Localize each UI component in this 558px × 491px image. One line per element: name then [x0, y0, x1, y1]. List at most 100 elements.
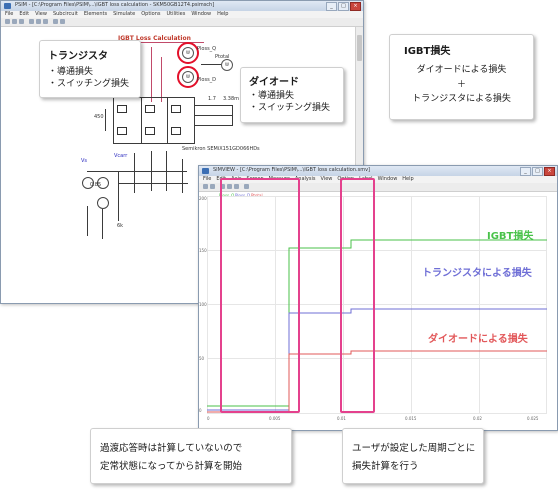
app-icon	[4, 3, 11, 9]
igbt-symbol	[145, 105, 155, 113]
maximize-button[interactable]: □	[532, 167, 543, 176]
wire	[151, 151, 152, 191]
schematic-menubar: File Edit View Subcircuit Elements Simul…	[1, 11, 363, 18]
wire	[141, 97, 142, 144]
module-label: Semikron SEMiX151GD066HDs	[182, 146, 260, 152]
note-periodic-line1: ユーザが設定した周期ごとに	[352, 443, 476, 454]
menu-simulate[interactable]: Simulate	[113, 11, 135, 18]
run-simulation-icon[interactable]	[53, 19, 58, 24]
wire	[167, 97, 168, 144]
source-label-vcarr: Vcarr	[114, 153, 128, 159]
cut-icon[interactable]	[29, 19, 34, 24]
x-tick-label: 0.005	[269, 416, 281, 421]
probe-label-ptotal: Ptotal	[215, 54, 230, 60]
inductor-value: 3.38m	[223, 96, 240, 102]
x-tick-label: 0	[207, 416, 210, 421]
save-icon[interactable]	[19, 19, 24, 24]
schematic-titlebar: PSIM - [C:\Program Files\PSIM\...\IGBT l…	[1, 1, 363, 11]
menu-options[interactable]: Options	[141, 11, 160, 18]
callout-diode-item: ・スイッチング損失	[249, 103, 331, 113]
note-transient: 過渡応答時は計算していないので 定常状態になってから計算を開始	[90, 428, 292, 484]
menu-help[interactable]: Help	[402, 176, 413, 183]
igbt-symbol	[117, 127, 127, 135]
igbt-loss-summary: IGBT損失 ダイオードによる損失 ＋ トランジスタによる損失	[389, 34, 534, 120]
note-transient-line2: 定常状態になってから計算を開始	[100, 461, 243, 472]
highlight-transient-region	[220, 178, 300, 413]
menu-view[interactable]: View	[321, 176, 333, 183]
menu-edit[interactable]: Edit	[19, 11, 29, 18]
y-tick-label: 50	[199, 356, 205, 361]
schematic-toolbar	[1, 18, 363, 27]
menu-file[interactable]: File	[203, 176, 211, 183]
menu-elements[interactable]: Elements	[84, 11, 107, 18]
menu-window[interactable]: Window	[191, 11, 211, 18]
wire	[118, 183, 188, 184]
close-button[interactable]: ×	[350, 2, 361, 11]
callout-diode: ダイオード ・導通損失 ・スイッチング損失	[240, 67, 344, 123]
resistor-value: 1.7	[208, 96, 216, 102]
igbt-symbol	[145, 127, 155, 135]
note-transient-line1: 過渡応答時は計算していないので	[100, 443, 243, 454]
igbt-symbol	[171, 105, 181, 113]
gain-value: 0.85	[90, 182, 102, 188]
source-label-vs: Vs	[81, 158, 88, 164]
wire	[195, 115, 233, 116]
waveform-titlebar: SIMVIEW - [C:\Program Files\PSIM\...\IGB…	[199, 166, 557, 176]
scrollbar-thumb[interactable]	[357, 35, 362, 61]
wire	[102, 209, 103, 239]
igbt-symbol	[117, 105, 127, 113]
copy-icon[interactable]	[36, 19, 41, 24]
paste-icon[interactable]	[43, 19, 48, 24]
x-tick-label: 0.02	[473, 416, 482, 421]
wire	[113, 97, 114, 144]
wire	[195, 105, 233, 106]
frequency-value: 6k	[117, 223, 124, 229]
menu-subcircuit[interactable]: Subcircuit	[53, 11, 78, 18]
callout-transistor-title: トランジスタ	[48, 51, 108, 62]
menu-view[interactable]: View	[35, 11, 47, 18]
waveform-window-title: SIMVIEW - [C:\Program Files\PSIM\...\IGB…	[213, 167, 371, 173]
wire	[161, 57, 162, 102]
save-icon[interactable]	[210, 184, 215, 189]
series-label-igbt: IGBT損失	[487, 231, 534, 242]
voltage-source-sine[interactable]	[97, 197, 109, 209]
igbt-summary-title: IGBT損失	[404, 46, 451, 57]
dc-voltage-value: 450	[94, 114, 104, 120]
probe-highlight-q	[177, 42, 199, 64]
wattmeter-total[interactable]: W	[221, 59, 233, 71]
menu-utilities[interactable]: Utilities	[167, 11, 186, 18]
maximize-button[interactable]: □	[338, 2, 349, 11]
igbt-summary-plus: ＋	[456, 80, 466, 90]
igbt-symbol	[171, 127, 181, 135]
x-tick-label: 0.015	[405, 416, 417, 421]
y-tick-label: 150	[199, 248, 207, 253]
callout-diode-item: ・導通損失	[249, 91, 295, 101]
new-icon[interactable]	[5, 19, 10, 24]
close-button[interactable]: ×	[544, 167, 555, 176]
minimize-button[interactable]: _	[520, 167, 531, 176]
x-tick-label: 0.01	[337, 416, 346, 421]
y-tick-label: 100	[199, 302, 207, 307]
schematic-window-title: PSIM - [C:\Program Files\PSIM\...\IGBT l…	[15, 2, 215, 8]
open-icon[interactable]	[203, 184, 208, 189]
wire	[182, 159, 183, 193]
probe-label-ploss-d: Ploss_D	[197, 77, 217, 83]
highlight-periodic-region	[340, 178, 375, 413]
wire	[105, 109, 106, 131]
wire	[232, 105, 233, 126]
callout-transistor-item: ・スイッチング損失	[48, 79, 130, 89]
wire	[166, 151, 167, 191]
wire	[87, 206, 88, 236]
menu-file[interactable]: File	[5, 11, 13, 18]
y-tick-label: 0	[199, 408, 202, 413]
open-icon[interactable]	[12, 19, 17, 24]
simview-icon[interactable]	[60, 19, 65, 24]
callout-transistor-item: ・導通損失	[48, 67, 94, 77]
callout-transistor: トランジスタ ・導通損失 ・スイッチング損失	[39, 40, 141, 98]
wire	[87, 171, 187, 172]
igbt-summary-line1: ダイオードによる損失	[416, 65, 507, 75]
series-label-diode: ダイオードによる損失	[428, 334, 528, 345]
menu-window[interactable]: Window	[378, 176, 398, 183]
menu-help[interactable]: Help	[217, 11, 228, 18]
minimize-button[interactable]: _	[326, 2, 337, 11]
